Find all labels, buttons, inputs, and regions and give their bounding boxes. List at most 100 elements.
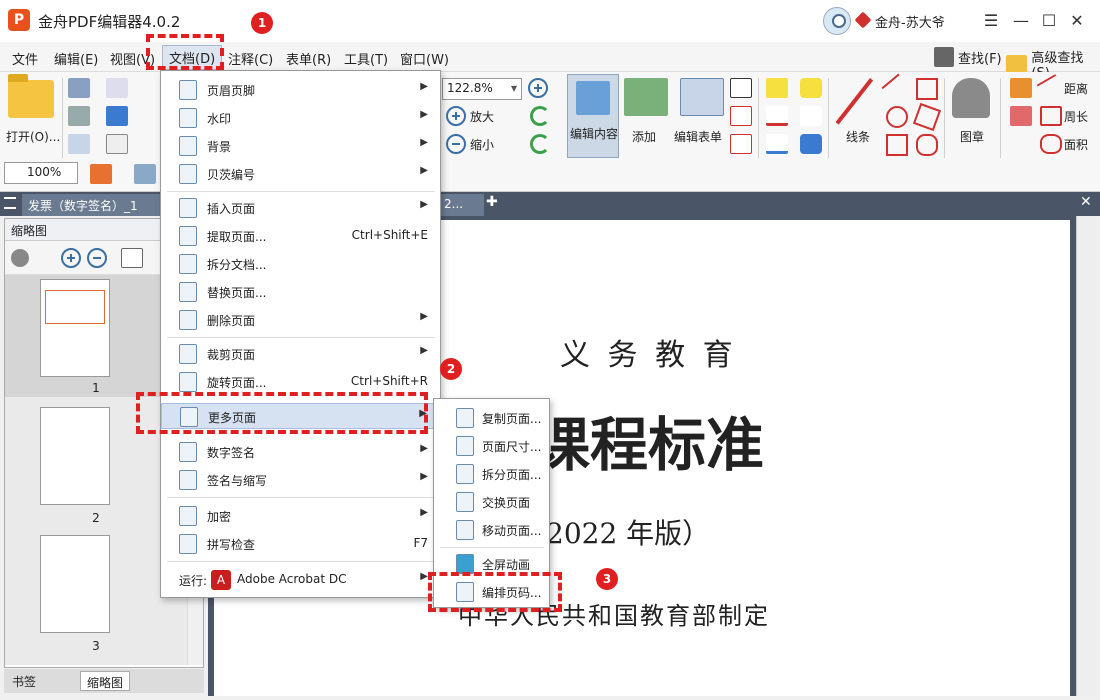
- arrow-icon[interactable]: [881, 73, 913, 105]
- minimize-button[interactable]: —: [1008, 8, 1034, 34]
- menu-icon[interactable]: ☰: [978, 8, 1004, 34]
- submenu-page-size[interactable]: 页面尺寸...: [434, 433, 549, 459]
- close-tab-icon[interactable]: ✕: [1080, 194, 1092, 210]
- eraser-icon[interactable]: [1010, 106, 1032, 126]
- menu-item-delete-page[interactable]: 删除页面 ▶: [161, 307, 440, 333]
- area-label[interactable]: 面积: [1064, 136, 1088, 153]
- zoom-in-small-icon[interactable]: [528, 78, 548, 98]
- menu-item-sign-initials[interactable]: 签名与缩写 ▶: [161, 467, 440, 493]
- menu-item-digital-signature[interactable]: 数字签名 ▶: [161, 439, 440, 465]
- thumb-zoom-out-icon[interactable]: [87, 248, 107, 268]
- maximize-button[interactable]: ☐: [1036, 8, 1062, 34]
- new-tab-button[interactable]: ✚: [486, 194, 498, 210]
- distance-icon[interactable]: [1036, 73, 1066, 103]
- document-scrollbar[interactable]: [1076, 216, 1096, 696]
- settings-icon[interactable]: [11, 249, 29, 267]
- attachment-icon[interactable]: [800, 106, 822, 126]
- print-icon[interactable]: [68, 106, 90, 126]
- open-folder-icon[interactable]: [8, 74, 54, 118]
- submenu-move-page[interactable]: 移动页面...: [434, 517, 549, 543]
- open-label[interactable]: 打开(O)...: [6, 128, 60, 145]
- line-tool-icon[interactable]: [835, 78, 874, 125]
- menu-item-replace-page[interactable]: 替换页面...: [161, 279, 440, 305]
- cloud-icon[interactable]: [916, 134, 938, 156]
- menu-item-split-document[interactable]: 拆分文档...: [161, 251, 440, 277]
- menu-item-crop-page[interactable]: 裁剪页面 ▶: [161, 341, 440, 367]
- edit-form-icon[interactable]: [680, 78, 724, 116]
- area-icon[interactable]: [1040, 134, 1062, 154]
- menu-tools[interactable]: 工具(T): [344, 49, 388, 68]
- menu-item-extract-page[interactable]: 提取页面... Ctrl+Shift+E: [161, 223, 440, 249]
- tab-bookmarks[interactable]: 书签: [6, 671, 42, 691]
- view-zoom-select[interactable]: 100%: [4, 162, 78, 184]
- submenu-copy-page[interactable]: 复制页面...: [434, 405, 549, 431]
- save-icon[interactable]: [68, 78, 90, 98]
- menu-item-spell-check[interactable]: 拼写检查 F7: [161, 531, 440, 557]
- menu-item-watermark[interactable]: 水印 ▶: [161, 105, 440, 131]
- note-icon[interactable]: [800, 78, 822, 98]
- panel-toggle-icon[interactable]: [4, 197, 16, 209]
- distance-label[interactable]: 距离: [1064, 80, 1088, 97]
- callout-icon[interactable]: [730, 134, 752, 154]
- stamp-label[interactable]: 图章: [960, 128, 984, 145]
- submenu-split-page[interactable]: 拆分页面...: [434, 461, 549, 487]
- zoom-in-icon[interactable]: [446, 106, 466, 126]
- menu-item-bates-number[interactable]: 贝茨编号 ▶: [161, 161, 440, 187]
- zoom-in-label[interactable]: 放大: [470, 108, 494, 125]
- menu-file[interactable]: 文件: [12, 49, 38, 68]
- image-icon[interactable]: [134, 164, 156, 184]
- ellipse-icon[interactable]: [886, 106, 908, 128]
- upload-icon[interactable]: [106, 106, 128, 126]
- user-name[interactable]: 金舟-苏大爷: [875, 12, 945, 31]
- add-label[interactable]: 添加: [632, 128, 656, 145]
- vip-badge-icon: [854, 11, 872, 29]
- sound-icon[interactable]: [800, 134, 822, 154]
- stamp-icon[interactable]: [952, 78, 990, 118]
- menu-item-insert-page[interactable]: 插入页面 ▶: [161, 195, 440, 221]
- menu-form[interactable]: 表单(R): [286, 49, 331, 68]
- edit-form-label[interactable]: 编辑表单: [674, 128, 722, 145]
- menu-item-run-external[interactable]: 运行: A Adobe Acrobat DC ▶: [161, 567, 440, 593]
- perimeter-label[interactable]: 周长: [1064, 108, 1088, 125]
- thumb-zoom-in-icon[interactable]: [61, 248, 81, 268]
- highlight-text-icon[interactable]: [766, 78, 788, 98]
- zoom-out-icon[interactable]: [446, 134, 466, 154]
- page-thumbnail[interactable]: [40, 279, 110, 377]
- text-box-icon[interactable]: [730, 78, 752, 98]
- tab-second[interactable]: 2...: [440, 194, 484, 216]
- submenu-swap-page[interactable]: 交换页面: [434, 489, 549, 515]
- polygon-icon[interactable]: [912, 102, 942, 132]
- perimeter-icon[interactable]: [1040, 106, 1062, 126]
- close-button[interactable]: ✕: [1064, 8, 1090, 34]
- underline-icon[interactable]: [766, 134, 788, 154]
- menu-item-header-footer[interactable]: 页眉页脚 ▶: [161, 77, 440, 103]
- menu-edit[interactable]: 编辑(E): [54, 49, 98, 68]
- edit-content-button[interactable]: 编辑内容: [567, 74, 619, 158]
- export-icon[interactable]: [68, 134, 90, 154]
- zoom-select[interactable]: 122.8%: [442, 78, 522, 100]
- rotate-page-icon[interactable]: [121, 248, 143, 268]
- pencil-icon[interactable]: [1010, 78, 1032, 98]
- fill-color-icon[interactable]: [90, 164, 112, 184]
- tab-invoice[interactable]: 发票（数字签名）_1: [22, 194, 162, 216]
- rotate-ccw-icon[interactable]: [530, 134, 550, 154]
- rotate-cw-icon[interactable]: [530, 106, 550, 126]
- tab-thumbnails[interactable]: 缩略图: [80, 671, 131, 691]
- menu-window[interactable]: 窗口(W): [400, 49, 449, 68]
- menu-item-encrypt[interactable]: 加密 ▶: [161, 503, 440, 529]
- strikeout-icon[interactable]: [766, 106, 788, 126]
- menu-comment[interactable]: 注释(C): [228, 49, 273, 68]
- user-avatar[interactable]: [823, 7, 851, 35]
- page-thumbnail[interactable]: [40, 407, 110, 505]
- rectangle-icon[interactable]: [886, 134, 908, 156]
- find-button[interactable]: 查找(F): [934, 47, 1002, 67]
- new-doc-icon[interactable]: [106, 134, 128, 154]
- text-field-icon[interactable]: [730, 106, 752, 126]
- page-thumbnail[interactable]: [40, 535, 110, 633]
- zoom-out-label[interactable]: 缩小: [470, 136, 494, 153]
- add-icon[interactable]: [624, 78, 668, 116]
- email-icon[interactable]: [106, 78, 128, 98]
- line-label[interactable]: 线条: [846, 128, 870, 145]
- polyline-icon[interactable]: [916, 78, 938, 100]
- menu-item-background[interactable]: 背景 ▶: [161, 133, 440, 159]
